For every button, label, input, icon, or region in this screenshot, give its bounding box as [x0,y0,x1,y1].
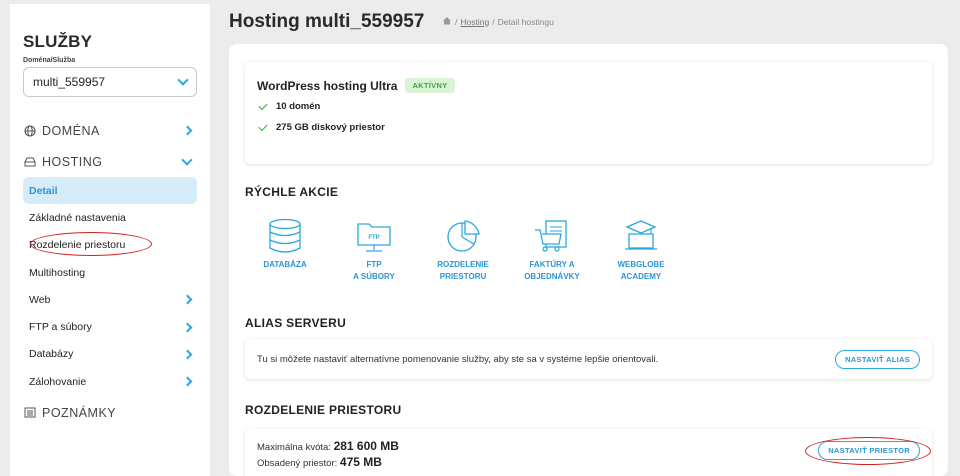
quick-action-databaza[interactable]: DATABÁZA [249,218,321,271]
chevron-right-icon [182,376,193,387]
quick-actions-heading: RÝCHLE AKCIE [245,185,339,199]
globe-icon [23,124,36,137]
sidebar-item-label: Web [29,293,51,306]
breadcrumb-separator: / [455,16,458,27]
quick-action-academy[interactable]: WEBGLOBE ACADEMY [605,218,677,283]
sidebar-section-label: HOSTING [42,154,103,169]
sidebar-item-rozdelenie-priestoru[interactable]: Rozdelenie priestoru [23,232,197,259]
pie-chart-icon [447,220,480,252]
quick-action-ftp[interactable]: FTP FTP A SÚBORY [338,218,410,283]
sidebar: SLUŽBY Doména/Služba multi_559957 DOMÉNA… [10,4,210,476]
sidebar-item-label: Zálohovanie [29,375,87,388]
feature-label: 275 GB diskový priestor [276,122,385,133]
chevron-right-icon [182,349,193,360]
sidebar-item-multihosting[interactable]: Multihosting [23,259,197,286]
plan-card: WordPress hosting Ultra AKTÍVNY 10 domén… [245,62,932,164]
space-heading: ROZDELENIE PRIESTORU [245,403,402,417]
quick-action-label: FAKTÚRY A OBJEDNÁVKY [524,260,580,281]
service-select[interactable]: multi_559957 [23,67,197,97]
sidebar-item-web[interactable]: Web [23,286,197,313]
breadcrumb-separator: / [492,16,495,27]
sidebar-item-label: FTP a súbory [29,321,92,334]
database-icon [269,218,301,253]
alias-heading: ALIAS SERVERU [245,316,347,330]
cart-invoice-icon [535,220,567,252]
sidebar-item-ftp[interactable]: FTP a súbory [23,313,197,340]
chevron-right-icon [182,294,193,305]
quick-action-label: DATABÁZA [263,260,307,269]
ftp-folder-icon: FTP [357,223,391,252]
set-space-button[interactable]: NASTAVIŤ PRIESTOR [818,441,920,460]
sidebar-section-poznamky[interactable]: POZNÁMKY [23,397,197,428]
sidebar-item-label: Základné nastavenia [29,211,126,224]
sidebar-section-label: DOMÉNA [42,123,100,138]
check-icon [258,100,268,110]
home-icon[interactable] [442,16,452,27]
feature-label: 10 domén [276,101,321,112]
plan-title: WordPress hosting Ultra AKTÍVNY [257,78,920,93]
sidebar-item-detail[interactable]: Detail [23,177,197,205]
alias-description: Tu si môžete nastaviť alternatívne pomen… [257,353,659,365]
server-icon [23,155,36,168]
chevron-down-icon [177,74,189,86]
space-card: Maximálna kvóta: 281 600 MB Obsadený pri… [245,429,932,476]
breadcrumb-current: Detail hostingu [497,16,554,27]
academy-icon [625,220,657,250]
service-select-label: Doména/Služba [23,57,76,64]
sidebar-item-label: Databázy [29,348,74,361]
quick-action-faktury[interactable]: FAKTÚRY A OBJEDNÁVKY [516,218,588,283]
sidebar-item-zakladne-nastavenia[interactable]: Základné nastavenia [23,204,197,231]
quick-action-label: WEBGLOBE ACADEMY [617,260,665,281]
chevron-down-icon [181,153,193,166]
plan-feature: 10 domén [257,100,920,112]
status-badge: AKTÍVNY [405,78,455,93]
sidebar-section-hosting[interactable]: HOSTING [23,146,197,177]
max-quota-value: 281 600 MB [333,439,399,453]
sidebar-title: SLUŽBY [23,32,93,51]
quick-action-label: ROZDELENIE PRIESTORU [437,260,489,281]
chevron-right-icon [182,322,193,333]
svg-text:FTP: FTP [368,235,379,241]
sidebar-item-label: Rozdelenie priestoru [29,239,126,252]
plan-feature: 275 GB diskový priestor [257,121,920,133]
sidebar-item-zalohovanie[interactable]: Zálohovanie [23,368,197,395]
plan-name: WordPress hosting Ultra [257,78,398,93]
sidebar-item-databazy[interactable]: Databázy [23,341,197,368]
page-title: Hosting multi_559957 [229,11,425,32]
used-space-value: 475 MB [339,455,382,469]
service-select-value: multi_559957 [33,75,106,89]
set-alias-button[interactable]: NASTAVIŤ ALIAS [835,349,920,369]
sidebar-section-label: POZNÁMKY [42,405,117,420]
breadcrumb-link-hosting[interactable]: Hosting [460,17,489,27]
notes-icon [23,406,36,419]
quick-action-label: FTP A SÚBORY [353,260,395,281]
check-icon [258,121,268,131]
quick-action-rozdelenie[interactable]: ROZDELENIE PRIESTORU [427,218,499,283]
sidebar-item-label: Detail [29,184,58,197]
main-panel: WordPress hosting Ultra AKTÍVNY 10 domén… [229,44,948,476]
sidebar-item-label: Multihosting [29,266,86,279]
alias-card: Tu si môžete nastaviť alternatívne pomen… [245,339,932,379]
breadcrumb: / Hosting / Detail hostingu [442,16,554,27]
sidebar-section-domena[interactable]: DOMÉNA [23,115,197,146]
chevron-right-icon [182,125,193,136]
